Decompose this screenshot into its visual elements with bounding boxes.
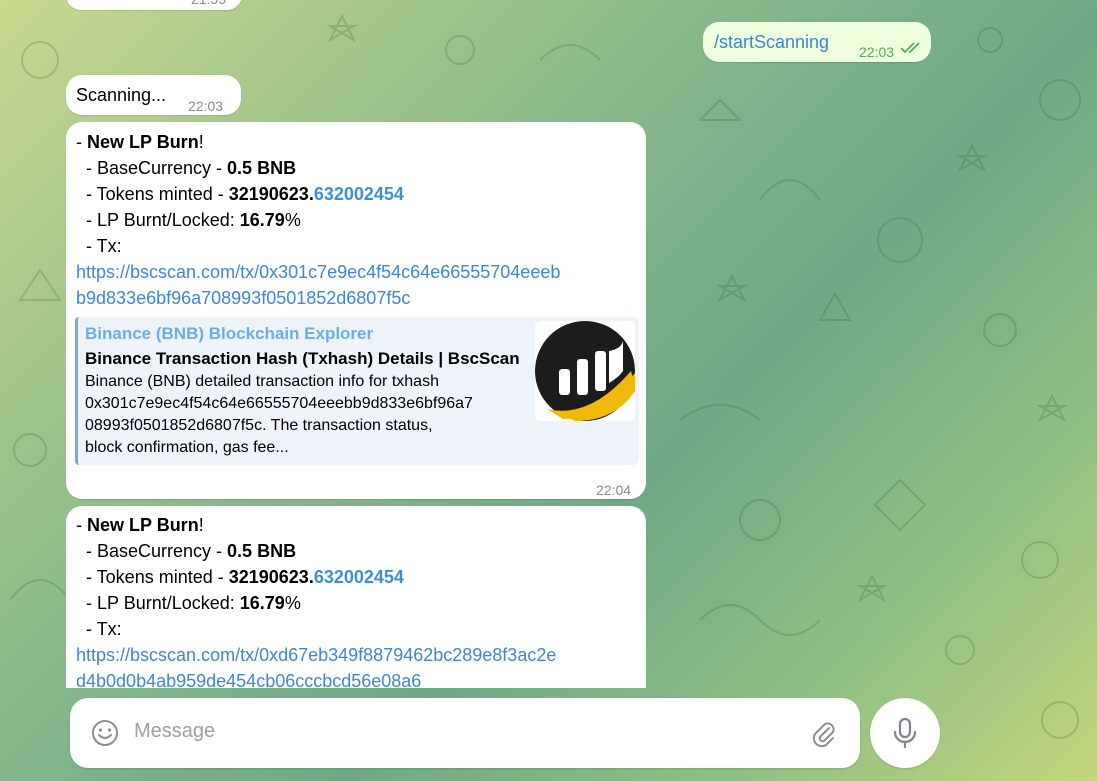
message-time: 22:04 [596, 482, 632, 498]
base-currency-line: - BaseCurrency - 0.5 BNB [76, 541, 297, 561]
tx-label-line: - Tx: [76, 619, 122, 639]
message-text: Scanning... [76, 85, 167, 105]
message-bubble-lp-burn: - New LP Burn! - BaseCurrency - 0.5 BNB … [66, 122, 646, 499]
link-preview-card[interactable]: Binance (BNB) Blockchain Explorer Binanc… [75, 317, 639, 465]
bot-command-link[interactable]: /startScanning [714, 29, 829, 55]
message-time: 21:55 [191, 0, 226, 12]
message-list[interactable]: 21:55 /startScanning 22:03 Scanning... 2… [0, 0, 1097, 688]
message-bubble-partial: 21:55 [66, 0, 242, 10]
lp-burnt-line: - LP Burnt/Locked: 16.79% [76, 593, 301, 613]
tokens-minted-line: - Tokens minted - 32190623.632002454 [76, 567, 404, 587]
microphone-icon [893, 717, 917, 749]
emoji-icon[interactable] [90, 718, 120, 748]
burn-title-line: - New LP Burn! [76, 515, 204, 535]
tx-link-continued[interactable]: b9d833e6bf96a708993f0501852d6807f5c [76, 285, 560, 311]
tx-link[interactable]: https://bscscan.com/tx/0x301c7e9ec4f54c6… [76, 259, 560, 285]
bscscan-logo-icon [535, 321, 635, 421]
preview-description: Binance (BNB) detailed transaction info … [85, 373, 473, 456]
preview-site-name: Binance (BNB) Blockchain Explorer [85, 324, 374, 343]
message-bubble-incoming: Scanning... 22:03 [66, 75, 241, 115]
tx-link-continued[interactable]: d4b0d0b4ab959de454cb06cccbcd56e08a6 [76, 668, 556, 688]
preview-title: Binance Transaction Hash (Txhash) Detail… [85, 349, 520, 368]
lp-burnt-line: - LP Burnt/Locked: 16.79% [76, 210, 301, 230]
attach-icon[interactable] [808, 718, 838, 748]
message-input[interactable]: Message [134, 720, 215, 743]
message-composer: Message [70, 698, 860, 768]
tokens-minted-line: - Tokens minted - 32190623.632002454 [76, 184, 404, 204]
base-currency-line: - BaseCurrency - 0.5 BNB [76, 158, 297, 178]
voice-message-button[interactable] [870, 698, 940, 768]
bscscan-logo-thumbnail [535, 321, 635, 421]
tx-link[interactable]: https://bscscan.com/tx/0xd67eb349f887946… [76, 642, 556, 668]
message-time: 22:03 [859, 44, 895, 60]
message-time: 22:03 [188, 98, 224, 114]
message-bubble-lp-burn: - New LP Burn! - BaseCurrency - 0.5 BNB … [66, 506, 646, 688]
double-check-icon [900, 42, 920, 54]
burn-title-line: - New LP Burn! [76, 132, 204, 152]
message-bubble-outgoing: /startScanning 22:03 [703, 22, 931, 62]
tx-label-line: - Tx: [76, 236, 122, 256]
